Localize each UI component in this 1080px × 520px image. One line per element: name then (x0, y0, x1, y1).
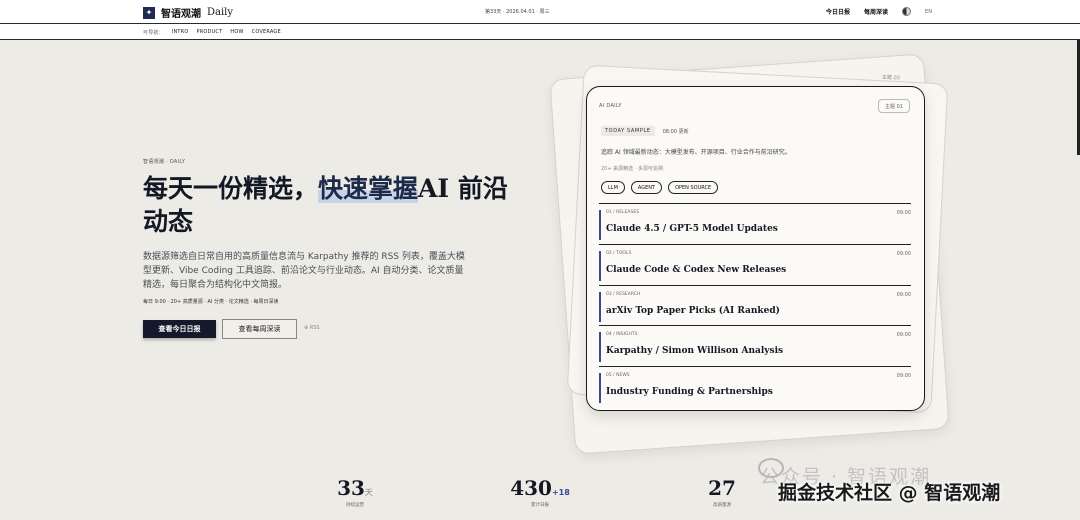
item-time: 09:00 (896, 291, 911, 298)
item-title: Claude Code & Codex New Releases (606, 264, 787, 275)
brand-mark-icon: ✦ (143, 6, 155, 19)
today-row: TODAY SAMPLE 08:00 更新 (601, 126, 689, 136)
sub-nav-bar: 可导航： INTRO PRODUCT HOW COVERAGE (0, 24, 1080, 40)
item-title: Industry Funding & Partnerships (606, 387, 773, 398)
daily-sample-card: AI DAILY 主题 01 TODAY SAMPLE 08:00 更新 追踪 … (586, 86, 925, 411)
tag-agent[interactable]: AGENT (630, 181, 663, 194)
section-nav-how[interactable]: HOW (230, 29, 243, 36)
issue-info: 第33天 · 2026.04.01 · 周三 (485, 9, 550, 15)
headline-highlight: 快速掌握 (318, 174, 419, 203)
tag-llm[interactable]: LLM (601, 181, 625, 194)
brand-daily: Daily (207, 7, 234, 18)
stat-number: 33 (337, 476, 365, 500)
item-accent-bar (599, 210, 601, 240)
section-nav: 可导航： INTRO PRODUCT HOW COVERAGE (143, 29, 281, 36)
item-accent-bar (599, 332, 601, 363)
item-category: 02 / TOOLS (606, 250, 632, 256)
item-accent-bar (599, 373, 601, 404)
stat-unit: 天 (364, 488, 373, 497)
item-category: 04 / INSIGHTS (606, 332, 638, 338)
item-time: 09:00 (896, 332, 911, 339)
card-header: AI DAILY (599, 103, 622, 109)
view-weekly-button[interactable]: 查看每周深读 (222, 319, 297, 339)
stat-days: 33天 持续运营 (325, 476, 385, 508)
theme-toggle-icon[interactable] (902, 7, 912, 16)
stat-delta: +18 (551, 488, 570, 497)
hero-kicker: 智语观潮 · DAILY (143, 159, 186, 165)
section-nav-product[interactable]: PRODUCT (197, 29, 223, 36)
stat-sources: 27 高质量源 (700, 476, 744, 508)
item-title: Claude 4.5 / GPT-5 Model Updates (606, 224, 778, 234)
card-sub-info: 20+ 来源精选 · 多源可追溯 (601, 166, 663, 172)
tag-open-source[interactable]: OPEN SOURCE (668, 181, 719, 194)
hero-description: 数据源筛选自日常自用的高质量信息流与 Karpathy 推荐的 RSS 列表，覆… (143, 252, 465, 290)
list-item[interactable]: 04 / INSIGHTS 09:00 Karpathy / Simon Wil… (599, 325, 911, 366)
hero-headline: 每天一份精选，快速掌握AI 前沿动态 (143, 172, 523, 238)
card-tags: LLM AGENT OPEN SOURCE (601, 181, 719, 194)
view-today-report-button[interactable]: 查看今日日报 (143, 320, 216, 338)
top-nav: 今日日报 每周深读 EN (826, 7, 932, 16)
card-item-list: 01 / RELEASES 09:00 Claude 4.5 / GPT-5 M… (599, 203, 911, 407)
list-item[interactable]: 01 / RELEASES 09:00 Claude 4.5 / GPT-5 M… (599, 203, 911, 244)
list-item[interactable]: 05 / NEWS 09:00 Industry Funding & Partn… (599, 366, 911, 407)
list-item[interactable]: 02 / TOOLS 09:00 Claude Code & Codex New… (599, 243, 911, 285)
item-category: 01 / RELEASES (606, 210, 640, 215)
card-description: 追踪 AI 领域最新动态：大模型发布、开源项目、行业合作与前沿研究。 (601, 149, 791, 156)
today-sample-chip: TODAY SAMPLE (601, 126, 655, 136)
hero-meta: 每日 9:00 · 20+ 高质量源 · AI 分类 · 论文精选 · 每周日深… (143, 299, 279, 305)
stat-label: 累计日报 (531, 503, 549, 508)
item-time: 09:00 (896, 210, 911, 216)
today-update-time: 08:00 更新 (662, 128, 689, 135)
nav-today-report[interactable]: 今日日报 (826, 7, 850, 16)
item-accent-bar (599, 291, 601, 322)
item-accent-bar (599, 250, 601, 281)
stat-number: 27 (708, 476, 736, 500)
item-category: 05 / NEWS (606, 373, 630, 379)
item-title: arXiv Top Paper Picks (AI Ranked) (606, 305, 780, 316)
section-nav-label: 可导航： (143, 30, 164, 36)
item-title: Karpathy / Simon Willison Analysis (606, 346, 784, 357)
section-nav-intro[interactable]: INTRO (172, 29, 189, 36)
stat-reports: 430+18 累计日报 (505, 476, 575, 508)
watermark-line2: 掘金技术社区 @ 智语观潮 (778, 482, 1001, 504)
item-time: 09:00 (896, 250, 911, 257)
stat-number: 430 (510, 476, 552, 500)
nav-weekly-deep-read[interactable]: 每周深读 (864, 7, 888, 16)
item-category: 03 / RESEARCH (606, 291, 641, 297)
list-item[interactable]: 03 / RESEARCH 09:00 arXiv Top Paper Pick… (599, 284, 911, 326)
card-topic-tag: 主题 01 (878, 99, 910, 113)
brand-name: 智语观潮 (161, 9, 201, 20)
stat-label: 持续运营 (346, 503, 364, 508)
stat-label: 高质量源 (713, 503, 731, 508)
brand-logo[interactable]: ✦ 智语观潮 Daily (143, 5, 233, 20)
headline-pre: 每天一份精选， (143, 174, 319, 203)
item-time: 09:00 (896, 373, 911, 380)
section-nav-coverage[interactable]: COVERAGE (252, 29, 281, 36)
rss-link[interactable]: ⊕ RSS (304, 325, 320, 331)
top-bar: ✦ 智语观潮 Daily 第33天 · 2026.04.01 · 周三 今日日报… (0, 0, 1080, 24)
language-switch[interactable]: EN (925, 9, 932, 15)
back-card-tag: 主题 03 (881, 74, 901, 82)
